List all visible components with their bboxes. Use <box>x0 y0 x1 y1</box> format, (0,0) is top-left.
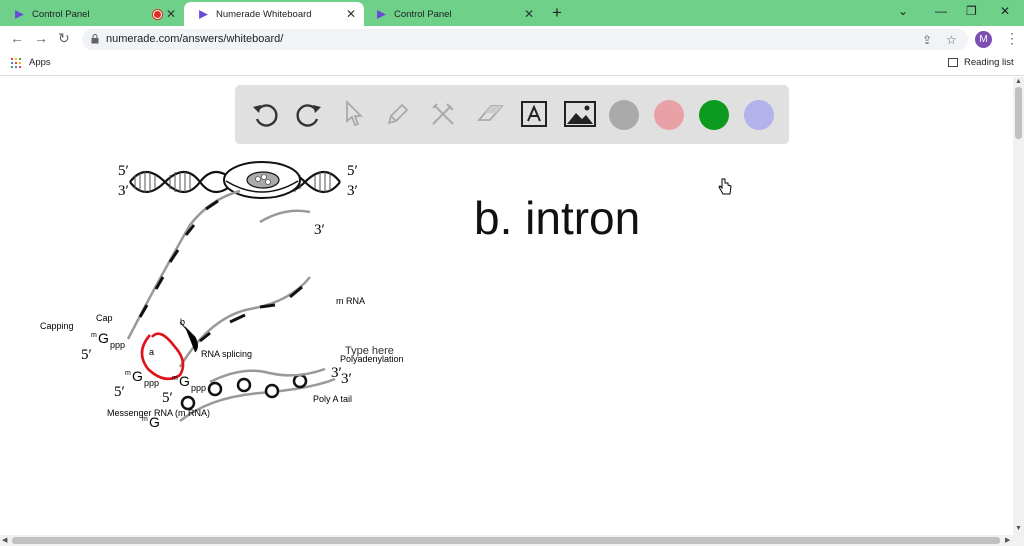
horizontal-scrollbar[interactable]: ◀ ▶ <box>0 535 1024 546</box>
tab-control-panel-2[interactable]: Control Panel ✕ <box>362 2 542 26</box>
color-green-swatch[interactable] <box>699 100 729 130</box>
pen-icon[interactable] <box>380 96 416 132</box>
forward-icon[interactable]: → <box>34 30 48 46</box>
tab-bar: Control Panel ✕ Numerade Whiteboard ✕ Co… <box>0 0 1024 26</box>
cap-five-prime: 5′ <box>81 347 92 363</box>
url-text: numerade.com/answers/whiteboard/ <box>106 33 284 45</box>
share-icon[interactable]: ⇪ <box>922 33 932 47</box>
dna-five-prime-right: 5′ <box>347 163 358 179</box>
numerade-favicon-icon <box>15 9 24 19</box>
horizontal-scroll-thumb[interactable] <box>12 537 1000 544</box>
tools-icon[interactable] <box>425 96 461 132</box>
scroll-up-icon[interactable]: ▲ <box>1015 78 1022 85</box>
hand-cursor-icon <box>718 178 732 195</box>
rna-splicing-label: RNA splicing <box>201 349 252 359</box>
close-window-icon[interactable]: ✕ <box>1000 4 1010 18</box>
apps-shortcut[interactable]: Apps <box>11 57 51 68</box>
close-tab-icon[interactable]: ✕ <box>524 7 534 21</box>
cap-ppp: ppp <box>110 340 125 350</box>
undo-icon[interactable] <box>247 96 283 132</box>
scroll-right-icon[interactable]: ▶ <box>1005 536 1010 544</box>
reading-list-icon <box>948 58 958 67</box>
image-icon[interactable] <box>562 96 598 132</box>
vertical-scrollbar[interactable]: ▲ ▼ <box>1013 77 1024 535</box>
splice-label-b: b <box>180 317 185 327</box>
mature-mrna-labels: m G ppp 5′ 3′ Messenger RNA (m RNA) <box>107 365 342 418</box>
mature-ppp: ppp <box>191 383 206 393</box>
address-bar[interactable]: numerade.com/answers/whiteboard/ ⇪ ☆ <box>82 29 968 50</box>
restore-icon[interactable]: ❐ <box>966 4 977 18</box>
lock-icon <box>91 34 99 44</box>
minimize-icon[interactable]: — <box>935 4 947 18</box>
new-tab-button[interactable]: + <box>552 3 562 23</box>
mrna-label: m RNA <box>336 296 365 306</box>
profile-avatar[interactable]: M <box>975 31 992 48</box>
whiteboard-canvas[interactable]: 5′ 3′ 5′ 3′ m RNA 3′ Capping Cap 5′ m G … <box>0 77 1013 535</box>
scroll-down-icon[interactable]: ▼ <box>1015 525 1022 532</box>
eraser-icon[interactable] <box>472 96 508 132</box>
capping-label: Capping <box>40 321 74 331</box>
pointer-icon[interactable] <box>336 96 372 132</box>
reading-list-button[interactable]: Reading list <box>948 57 1014 68</box>
answer-text: b. intron <box>474 192 641 244</box>
close-tab-icon[interactable]: ✕ <box>166 7 176 21</box>
mature-five-prime: 5′ <box>162 390 173 406</box>
mature-m-superscript: m <box>172 375 178 382</box>
whiteboard-toolbar <box>235 85 789 144</box>
cap-label: Cap <box>96 313 113 323</box>
close-tab-icon[interactable]: ✕ <box>346 7 356 21</box>
color-lavender-swatch[interactable] <box>744 100 774 130</box>
tab-title: Numerade Whiteboard <box>216 8 312 20</box>
browser-toolbar: ← → ↻ numerade.com/answers/whiteboard/ ⇪… <box>0 26 1024 52</box>
dna-five-prime-top: 5′ <box>118 163 129 179</box>
tab-search-icon[interactable]: ⌄ <box>898 4 908 18</box>
tab-control-panel-1[interactable]: Control Panel ✕ <box>0 2 184 26</box>
menu-icon[interactable]: ⋮ <box>1005 30 1019 47</box>
splice-label-a: a <box>149 347 154 357</box>
dna-three-prime-right: 3′ <box>347 183 358 199</box>
bookmarks-bar: Apps Reading list <box>0 52 1024 76</box>
scroll-left-icon[interactable]: ◀ <box>2 536 7 544</box>
mrna-three-prime: 3′ <box>314 222 325 238</box>
tab-title: Control Panel <box>394 8 452 20</box>
apps-label: Apps <box>29 57 51 68</box>
numerade-favicon-icon <box>199 9 208 19</box>
text-tool-icon[interactable] <box>516 96 552 132</box>
back-icon[interactable]: ← <box>10 30 24 46</box>
mature-three-prime: 3′ <box>331 365 342 381</box>
color-gray-swatch[interactable] <box>609 100 639 130</box>
color-pink-swatch[interactable] <box>654 100 684 130</box>
bookmark-star-icon[interactable]: ☆ <box>946 33 957 47</box>
cap-m-superscript: m <box>91 332 97 339</box>
redo-icon[interactable] <box>291 96 327 132</box>
vertical-scroll-thumb[interactable] <box>1015 87 1022 139</box>
cap-g: G <box>98 330 109 346</box>
messenger-rna-caption: Messenger RNA (m RNA) <box>107 408 210 418</box>
numerade-favicon-icon <box>377 9 386 19</box>
tab-title: Control Panel <box>32 8 90 20</box>
dna-three-prime-bottom: 3′ <box>118 183 129 199</box>
apps-grid-icon <box>11 57 21 68</box>
mature-g: G <box>179 373 190 389</box>
tab-numerade-whiteboard[interactable]: Numerade Whiteboard ✕ <box>184 2 364 26</box>
recording-icon <box>153 10 162 19</box>
reading-list-label: Reading list <box>964 57 1014 68</box>
reload-icon[interactable]: ↻ <box>58 30 70 47</box>
